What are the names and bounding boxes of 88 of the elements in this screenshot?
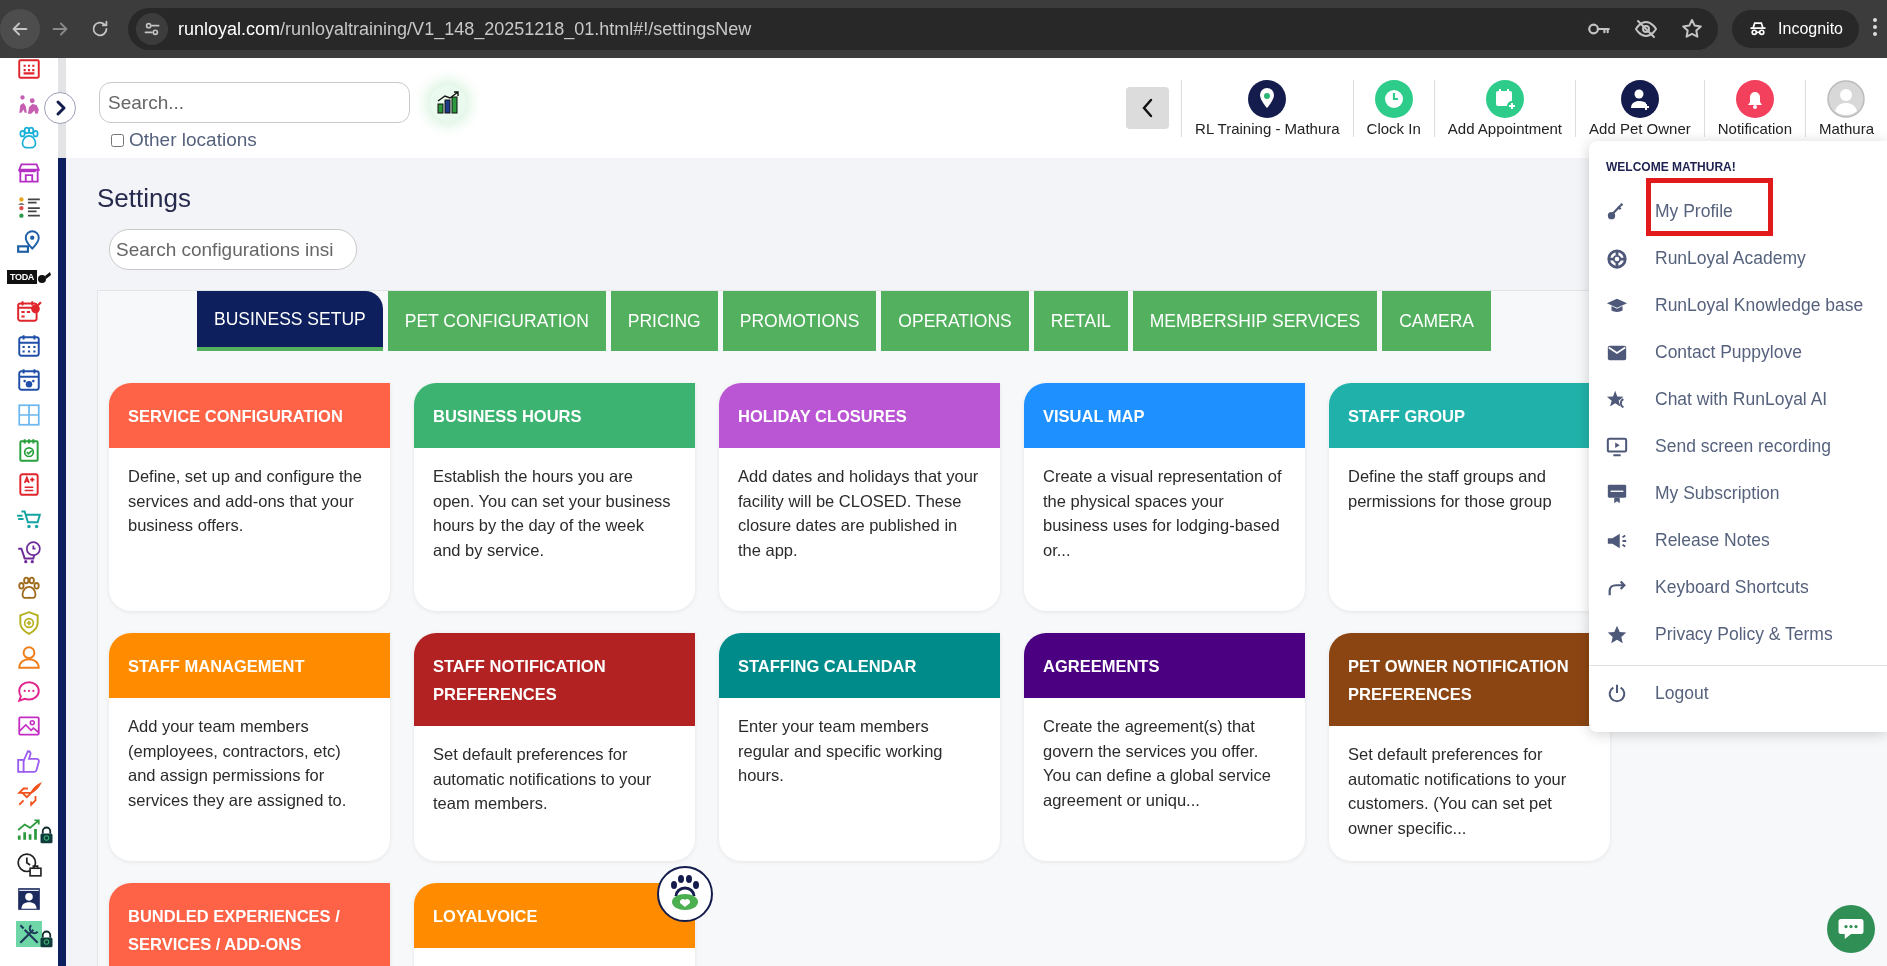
sidebar-item[interactable]: TODA xyxy=(4,262,54,291)
menu-item[interactable]: My Profile xyxy=(1589,188,1887,235)
calendar-icon xyxy=(16,367,42,394)
bar-chart-icon xyxy=(435,90,461,115)
today-tag: TODA xyxy=(6,269,38,284)
calendar-icon xyxy=(16,332,42,359)
menu-item[interactable]: RunLoyal Knowledge base xyxy=(1589,282,1887,329)
settings-card[interactable]: BUSINESS HOURS Establish the hours you are open. You can set your business hours by the day of the week and by service. xyxy=(414,383,695,611)
avatar-icon xyxy=(1827,79,1866,118)
paw-icon xyxy=(16,574,42,601)
settings-card[interactable]: STAFF NOTIFICATION PREFERENCES Set default preferences for automatic notifications to your team members. xyxy=(414,633,695,861)
map-pin-icon xyxy=(16,228,42,255)
presenter-icon xyxy=(16,886,42,913)
settings-card[interactable]: HOLIDAY CLOSURES Add dates and holidays that your facility will be CLOSED. These closure dates are published in the app. xyxy=(719,383,1000,611)
screen-play-icon xyxy=(1606,435,1628,458)
card-description: Create the agreement(s) that govern the services you offer. You can define a global service agreement or uniqu... xyxy=(1042,716,1272,811)
certificate-icon xyxy=(1606,482,1628,505)
calendar-add-icon xyxy=(1485,79,1524,118)
clock-icon xyxy=(1374,79,1413,118)
settings-card[interactable]: STAFF MANAGEMENT Add your team members (employees, contractors, etc) and assign permissions for services they are assigned to. xyxy=(109,633,390,861)
card-title: HOLIDAY CLOSURES xyxy=(719,383,1000,448)
thumbs-up-icon xyxy=(16,747,42,774)
menu-item[interactable]: Contact Puppylove xyxy=(1589,329,1887,376)
settings-card[interactable]: STAFFING CALENDAR Enter your team members regular and specific working hours. xyxy=(719,633,1000,861)
header-action[interactable]: Clock In xyxy=(1352,79,1434,137)
lock-icon xyxy=(39,929,54,948)
paw-icon xyxy=(16,125,42,152)
header-action[interactable]: Add Appointment xyxy=(1433,79,1576,137)
location-pin-icon xyxy=(1248,79,1287,118)
calendar-icon xyxy=(16,298,42,325)
settings-card[interactable]: PET OWNER NOTIFICATION PREFERENCES Set default preferences for automatic notifications to your customers. (You can set pet owner specific... xyxy=(1329,633,1610,861)
analytics-button[interactable] xyxy=(430,84,466,121)
power-icon xyxy=(1606,682,1628,705)
address-bar[interactable]: runloyal.com/runloyaltraining/V1_148_20251218_01.html#!/settingsNew xyxy=(128,8,1719,50)
card-title: STAFF NOTIFICATION PREFERENCES xyxy=(414,633,695,726)
tools-icon xyxy=(16,920,42,947)
settings-tab[interactable]: BUSINESS SETUP xyxy=(197,291,383,351)
url-text: runloyal.com/runloyaltraining/V1_148_20251218_01.html#!/settingsNew xyxy=(178,18,752,40)
people-list-icon xyxy=(16,194,42,221)
incognito-button[interactable]: Incognito xyxy=(1732,10,1859,48)
lifebuoy-icon xyxy=(1606,247,1628,270)
more-menu-icon xyxy=(1873,17,1877,37)
lock-icon xyxy=(39,826,54,845)
layout-icon xyxy=(16,401,42,428)
card-description: Enter your team members regular and specific working hours. xyxy=(737,716,944,786)
settings-card[interactable]: VISUAL MAP Create a visual representation of the physical spaces your business uses for lodging-based or... xyxy=(1024,383,1305,611)
collapse-button[interactable] xyxy=(1126,87,1170,129)
card-title: SERVICE CONFIGURATION xyxy=(109,383,390,448)
person-icon xyxy=(16,644,42,671)
settings-card[interactable]: AGREEMENTS Create the agreement(s) that govern the services you offer. You can define a global service agreement or uniqu... xyxy=(1024,633,1305,861)
card-title: STAFFING CALENDAR xyxy=(719,633,1000,698)
header-action[interactable]: Notification xyxy=(1703,79,1805,137)
other-locations-checkbox[interactable] xyxy=(111,133,124,147)
card-title: VISUAL MAP xyxy=(1024,383,1305,448)
card-description: Set default preferences for automatic notifications to your team members. xyxy=(432,744,653,814)
clock-icon xyxy=(16,851,42,878)
card-description: Establish the hours you are open. You can set your business hours by the day of the week and by service. xyxy=(432,466,672,561)
card-description: Define, set up and configure the services and add-ons that your business offers. xyxy=(127,466,363,536)
add-user-icon xyxy=(1620,79,1659,118)
card-title: BUSINESS HOURS xyxy=(414,383,695,448)
header-action[interactable]: Mathura xyxy=(1804,79,1887,137)
menu-item[interactable]: RunLoyal Academy xyxy=(1589,235,1887,282)
shield-icon xyxy=(16,609,42,636)
back-button[interactable] xyxy=(0,9,40,49)
card-description: Add your team members (employees, contractors, etc) and assign permissions for services they are assigned to. xyxy=(127,716,348,811)
card-description: Create a visual representation of the physical spaces your business uses for lodging-based or... xyxy=(1042,466,1283,561)
bell-icon xyxy=(1735,79,1774,118)
chat-icon xyxy=(16,678,42,705)
eye-off-icon xyxy=(1634,17,1659,41)
card-description: Set default preferences for automatic notifications to your customers. (You can set pet owner specific... xyxy=(1347,744,1568,839)
grid-icon xyxy=(16,58,42,82)
settings-card[interactable]: SERVICE CONFIGURATION Define, set up and configure the services and add-ons that your business offers. xyxy=(109,383,390,611)
search-field[interactable]: Search... xyxy=(99,82,410,123)
header-action[interactable]: RL Training - Mathura xyxy=(1181,79,1353,137)
clipboard-icon xyxy=(16,436,42,463)
page-title: Settings xyxy=(97,185,191,211)
card-title: AGREEMENTS xyxy=(1024,633,1305,698)
card-description: Add dates and holidays that your facility will be CLOSED. These closure dates are published in the app. xyxy=(737,466,980,561)
whistle-icon xyxy=(37,269,52,284)
welcome-heading: WELCOME MATHURA! xyxy=(1606,160,1737,174)
site-settings-button[interactable] xyxy=(136,13,168,45)
card-description: Define the staff groups and permissions for those group xyxy=(1347,466,1553,512)
card-title: STAFF MANAGEMENT xyxy=(109,633,390,698)
checkbox-label: Other locations xyxy=(129,129,257,151)
star-icon xyxy=(1680,17,1705,41)
header-action[interactable]: Add Pet Owner xyxy=(1575,79,1704,137)
report-icon xyxy=(16,471,42,498)
search-field[interactable]: Search configurations insi xyxy=(109,229,357,270)
